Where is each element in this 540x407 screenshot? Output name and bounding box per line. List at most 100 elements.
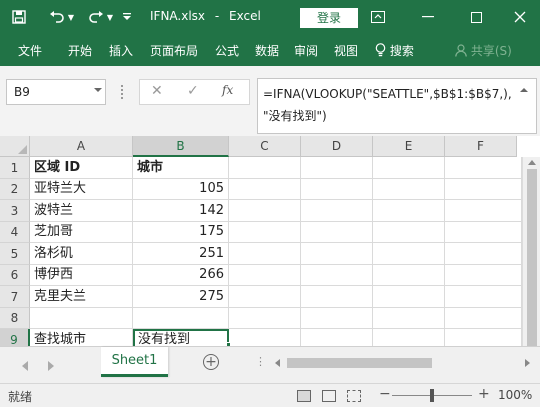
tab-view[interactable]: 视图: [334, 42, 358, 59]
cell-b6[interactable]: 266: [133, 265, 229, 286]
enter-icon[interactable]: ✓: [187, 83, 199, 99]
ribbon-display-options-icon[interactable]: [370, 7, 386, 27]
cell-c1[interactable]: [229, 157, 301, 179]
row-header[interactable]: 2: [0, 179, 30, 200]
page-break-view-icon[interactable]: [347, 390, 361, 402]
zoom-in-icon[interactable]: +: [478, 386, 490, 402]
cell-e6[interactable]: [373, 265, 445, 286]
column-header-c[interactable]: C: [229, 136, 301, 157]
name-box-dropdown-icon[interactable]: [94, 88, 102, 92]
cell-c9[interactable]: [229, 329, 301, 346]
cell-a4[interactable]: 芝加哥: [30, 222, 133, 243]
tab-file[interactable]: 文件: [18, 42, 42, 59]
cell-c3[interactable]: [229, 200, 301, 222]
login-button[interactable]: 登录: [300, 8, 358, 28]
column-header-e[interactable]: E: [373, 136, 445, 157]
row-header[interactable]: 7: [0, 286, 30, 308]
save-icon[interactable]: [10, 7, 28, 27]
collapse-formula-bar-icon[interactable]: [520, 88, 528, 92]
vertical-scrollbar[interactable]: [522, 157, 540, 346]
column-header-b[interactable]: B: [133, 136, 229, 157]
cell-d4[interactable]: [301, 222, 373, 243]
maximize-icon[interactable]: [468, 7, 484, 27]
cell-d6[interactable]: [301, 265, 373, 286]
cell-c5[interactable]: [229, 243, 301, 265]
select-all-corner[interactable]: [0, 136, 30, 157]
tab-formulas[interactable]: 公式: [215, 42, 239, 59]
normal-view-icon[interactable]: [297, 390, 311, 402]
scroll-right-icon[interactable]: [525, 359, 530, 367]
column-header-d[interactable]: D: [301, 136, 373, 157]
cell-f1[interactable]: [445, 157, 522, 179]
cell-f8[interactable]: [445, 308, 522, 329]
cell-d9[interactable]: [301, 329, 373, 346]
redo-dropdown-icon[interactable]: ▼: [106, 7, 114, 27]
horizontal-scrollbar[interactable]: [273, 355, 540, 371]
cell-d5[interactable]: [301, 243, 373, 265]
cell-d2[interactable]: [301, 179, 373, 200]
redo-icon[interactable]: [87, 7, 105, 27]
undo-icon[interactable]: [48, 7, 66, 27]
insert-function-icon[interactable]: fx: [222, 83, 233, 97]
zoom-out-icon[interactable]: −: [379, 386, 391, 402]
sheet-tab-sheet1[interactable]: Sheet1: [101, 347, 168, 377]
cell-b7[interactable]: 275: [133, 286, 229, 308]
page-layout-view-icon[interactable]: [322, 390, 336, 402]
cell-f5[interactable]: [445, 243, 522, 265]
scroll-up-icon[interactable]: [528, 160, 536, 165]
share-button[interactable]: 共享(S): [455, 42, 512, 60]
cell-b8[interactable]: [133, 308, 229, 329]
add-sheet-icon[interactable]: +: [203, 354, 219, 370]
cell-f2[interactable]: [445, 179, 522, 200]
cell-f4[interactable]: [445, 222, 522, 243]
cell-c4[interactable]: [229, 222, 301, 243]
cell-f9[interactable]: [445, 329, 522, 346]
cell-a2[interactable]: 亚特兰大: [30, 179, 133, 200]
cell-d3[interactable]: [301, 200, 373, 222]
horizontal-scroll-thumb[interactable]: [287, 358, 432, 368]
cell-d8[interactable]: [301, 308, 373, 329]
name-box[interactable]: B9: [6, 79, 106, 105]
cell-b3[interactable]: 142: [133, 200, 229, 222]
cell-e1[interactable]: [373, 157, 445, 179]
cell-c2[interactable]: [229, 179, 301, 200]
customize-toolbar-icon[interactable]: [122, 7, 132, 27]
cell-a3[interactable]: 波特兰: [30, 200, 133, 222]
tab-review[interactable]: 审阅: [294, 42, 318, 59]
cell-e7[interactable]: [373, 286, 445, 308]
cell-e2[interactable]: [373, 179, 445, 200]
tab-home[interactable]: 开始: [68, 42, 92, 59]
tell-me-search[interactable]: 搜索: [375, 42, 414, 60]
cell-e9[interactable]: [373, 329, 445, 346]
scroll-sheets-left-icon[interactable]: [22, 361, 28, 371]
cell-b4[interactable]: 175: [133, 222, 229, 243]
cell-a9[interactable]: 查找城市: [30, 329, 133, 346]
cell-a1[interactable]: 区域 ID: [30, 157, 133, 179]
cell-a7[interactable]: 克里夫兰: [30, 286, 133, 308]
cell-a8[interactable]: [30, 308, 133, 329]
tab-page-layout[interactable]: 页面布局: [150, 42, 198, 59]
cell-f3[interactable]: [445, 200, 522, 222]
zoom-slider-knob[interactable]: [430, 389, 434, 402]
tab-insert[interactable]: 插入: [109, 42, 133, 59]
cell-e8[interactable]: [373, 308, 445, 329]
cell-d1[interactable]: [301, 157, 373, 179]
cell-b5[interactable]: 251: [133, 243, 229, 265]
cell-f7[interactable]: [445, 286, 522, 308]
row-header[interactable]: 9: [0, 329, 30, 346]
row-header[interactable]: 4: [0, 222, 30, 243]
close-icon[interactable]: [512, 7, 528, 27]
row-header[interactable]: 1: [0, 157, 30, 179]
vertical-scroll-thumb[interactable]: [527, 169, 537, 346]
cell-c8[interactable]: [229, 308, 301, 329]
cell-c7[interactable]: [229, 286, 301, 308]
cell-f6[interactable]: [445, 265, 522, 286]
row-header[interactable]: 8: [0, 308, 30, 329]
minimize-icon[interactable]: [420, 7, 436, 27]
cell-b1[interactable]: 城市: [133, 157, 229, 179]
tab-data[interactable]: 数据: [255, 42, 279, 59]
column-header-a[interactable]: A: [30, 136, 133, 157]
cell-a5[interactable]: 洛杉矶: [30, 243, 133, 265]
row-header[interactable]: 3: [0, 200, 30, 222]
scroll-left-icon[interactable]: [275, 359, 280, 367]
